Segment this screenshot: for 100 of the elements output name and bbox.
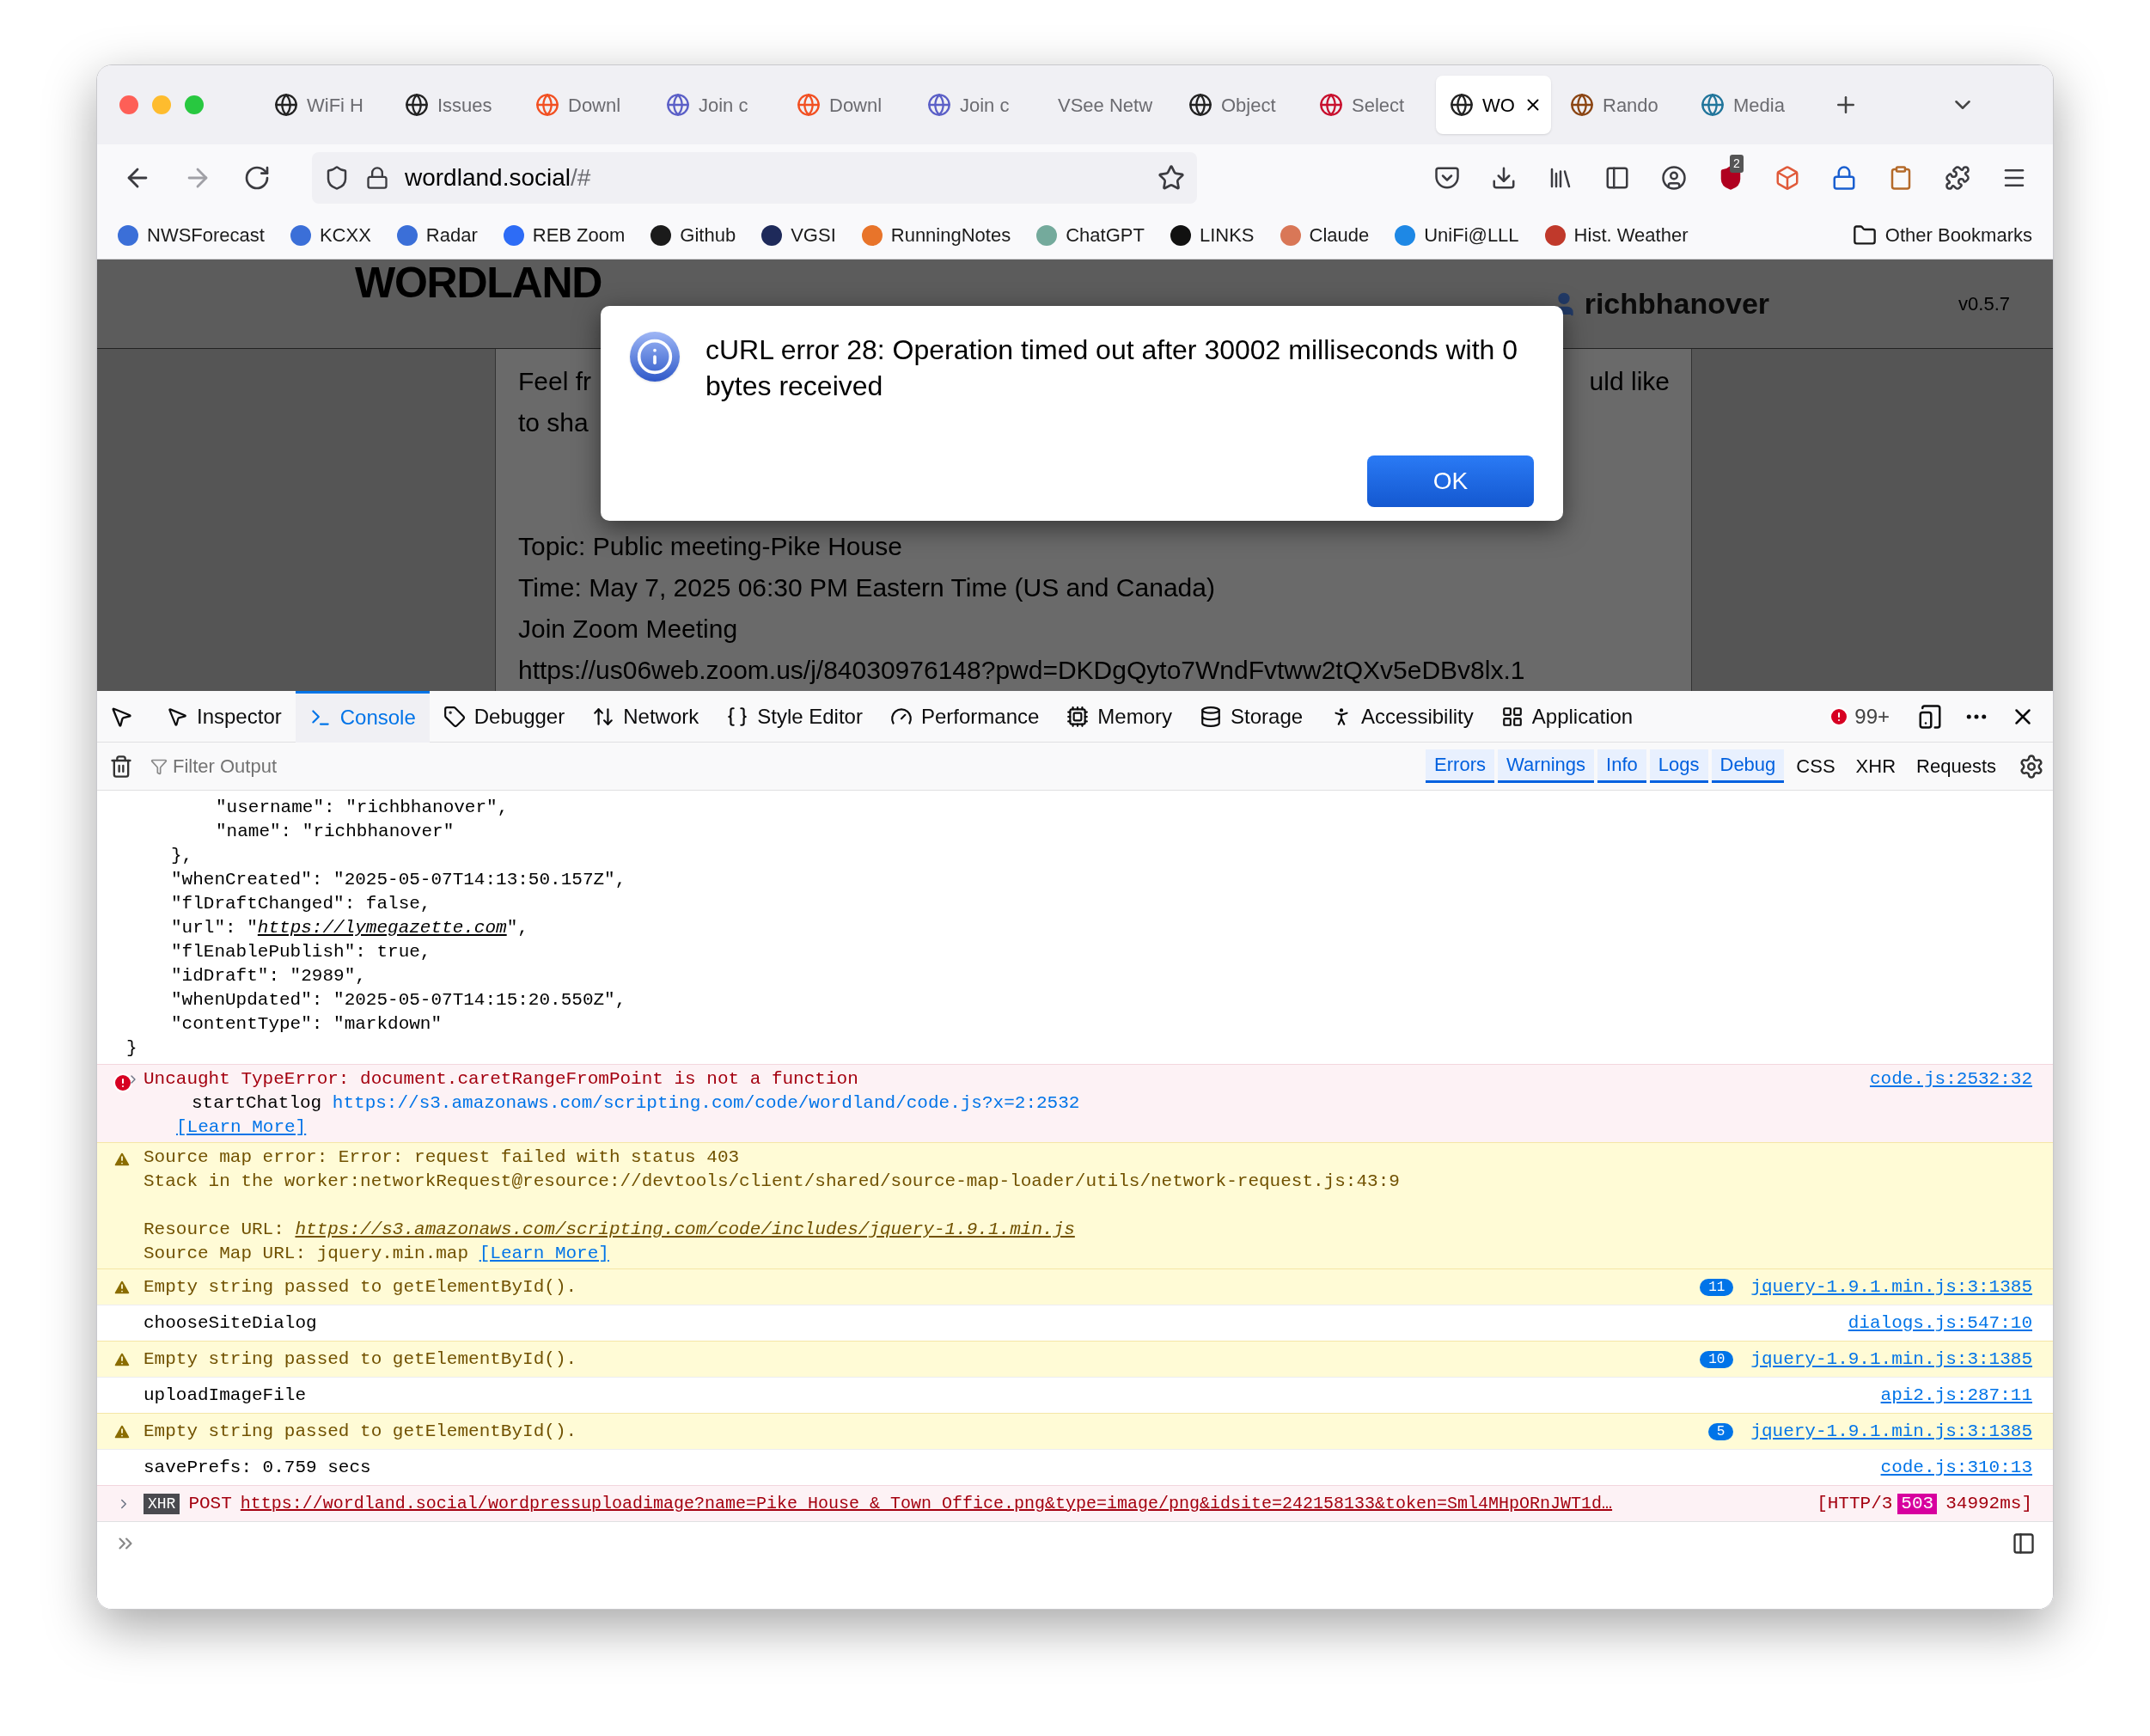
bookmark-item[interactable]: LINKS xyxy=(1170,221,1255,249)
browser-tab[interactable]: WO xyxy=(1436,76,1551,134)
source-link[interactable]: dialogs.js:547:10 xyxy=(1848,1309,2032,1337)
browser-tab[interactable]: Select xyxy=(1305,76,1431,134)
browser-tab[interactable]: Media xyxy=(1687,76,1812,134)
ok-button[interactable]: OK xyxy=(1367,455,1534,507)
json-line: }, xyxy=(170,845,194,867)
sidebar-icon[interactable] xyxy=(1604,165,1630,191)
resource-label: Resource URL: xyxy=(144,1219,285,1239)
bookmark-item[interactable]: Claude xyxy=(1280,221,1370,249)
close-window-button[interactable] xyxy=(119,95,138,114)
json-line: "username": "richbhanover", xyxy=(215,797,510,819)
devtools-tab[interactable]: Style Editor xyxy=(712,690,876,743)
body-text: to sha xyxy=(518,407,589,438)
warning-message: Empty string passed to getElementById(). xyxy=(144,1275,577,1299)
devtools-tab[interactable]: Debugger xyxy=(429,690,579,743)
address-bar[interactable]: wordland.social/# xyxy=(312,152,1197,204)
source-link[interactable]: api2.js:287:11 xyxy=(1880,1381,2032,1409)
stack-link[interactable]: https://s3.amazonaws.com/scripting.com/code/wordland/code.js?x=2:2532 xyxy=(332,1093,1080,1113)
filter-toggle[interactable]: Logs xyxy=(1649,749,1708,783)
tag-icon xyxy=(443,705,466,728)
devtools-tab[interactable]: Storage xyxy=(1186,690,1317,743)
filter-toggle[interactable]: XHR xyxy=(1845,750,1907,782)
http-method: POST xyxy=(188,1492,232,1515)
learn-more-link[interactable]: [Learn More] xyxy=(479,1244,609,1263)
filter-field[interactable]: Filter Output xyxy=(173,752,516,780)
reload-icon[interactable] xyxy=(243,164,271,192)
json-line: "flEnablePublish": true, xyxy=(170,941,432,963)
status-prefix: [HTTP/3 xyxy=(1817,1492,1893,1515)
filter-toggle[interactable]: CSS xyxy=(1786,750,1846,782)
bookmark-item[interactable]: NWSForecast xyxy=(118,221,265,249)
source-link[interactable]: jquery-1.9.1.min.js:3:1385 xyxy=(1750,1417,2032,1446)
json-line: "whenCreated": "2025-05-07T14:13:50.157Z", xyxy=(170,869,627,891)
json-line: "name": "richbhanover" xyxy=(215,821,455,843)
bookmark-item[interactable]: VGSI xyxy=(761,221,836,249)
devtools-tab[interactable]: Application xyxy=(1487,690,1647,743)
filter-toggle[interactable]: Errors xyxy=(1426,749,1494,783)
json-line: "flDraftChanged": false, xyxy=(170,893,432,915)
browser-tab[interactable]: WiFi H xyxy=(260,76,386,134)
body-text: uld like xyxy=(1589,366,1670,397)
browser-tab[interactable]: Downl xyxy=(783,76,908,134)
pocket-icon[interactable] xyxy=(1434,165,1460,191)
filter-toggle[interactable]: Info xyxy=(1597,749,1646,783)
browser-tab[interactable]: Issues xyxy=(391,76,516,134)
bookmark-item[interactable]: KCXX xyxy=(290,221,371,249)
bookmark-item[interactable]: RunningNotes xyxy=(861,221,1011,249)
editor-toggle-icon[interactable] xyxy=(2012,1531,2036,1556)
download-icon[interactable] xyxy=(1491,165,1517,191)
storage-icon xyxy=(1200,705,1222,728)
trash-icon[interactable] xyxy=(109,754,133,779)
bookmark-item[interactable]: REB Zoom xyxy=(503,221,626,249)
bookmark-item[interactable]: Github xyxy=(650,221,736,249)
browser-tab[interactable]: Object xyxy=(1175,76,1300,134)
filter-toggle[interactable]: Requests xyxy=(1906,750,2006,782)
responsive-icon[interactable] xyxy=(1917,703,1943,730)
stack-trace: Stack in the worker:networkRequest@resource://devtools/client/shared/source-map-loader/utils/network-request.js:43:9 xyxy=(144,1171,1401,1193)
warning-icon xyxy=(113,1150,131,1169)
devtools-tab[interactable]: Network xyxy=(578,690,713,743)
browser-tab[interactable]: VSee Netw xyxy=(1044,76,1170,134)
bookmark-item[interactable]: Radar xyxy=(396,221,478,249)
browser-tab[interactable]: Rando xyxy=(1556,76,1682,134)
devtools-tab[interactable]: Memory xyxy=(1053,690,1186,743)
browser-tab[interactable]: Downl xyxy=(522,76,647,134)
extension-badge: 2 xyxy=(1730,155,1744,173)
resource-link[interactable]: https://s3.amazonaws.com/scripting.com/code/includes/jquery-1.9.1.min.js xyxy=(295,1219,1075,1239)
error-message: Uncaught TypeError: document.caretRangeFromPoint is not a function xyxy=(144,1068,858,1091)
other-bookmarks[interactable]: Other Bookmarks xyxy=(1852,221,2032,249)
bookmark-item[interactable]: UniFi@LLL xyxy=(1395,221,1519,249)
bookmark-star-icon[interactable] xyxy=(1157,164,1185,192)
bookmark-item[interactable]: ChatGPT xyxy=(1036,221,1145,249)
source-link[interactable]: jquery-1.9.1.min.js:3:1385 xyxy=(1750,1345,2032,1373)
filter-toggle[interactable]: Debug xyxy=(1711,749,1785,783)
extension-icon[interactable] xyxy=(1831,165,1857,191)
site-icon xyxy=(535,93,559,117)
site-icon xyxy=(927,93,951,117)
json-line: "url": "https://lymegazette.com", xyxy=(170,917,529,939)
filter-icon xyxy=(150,757,168,775)
source-link[interactable]: code.js:310:13 xyxy=(1880,1453,2032,1482)
url-link[interactable]: https://lymegazette.com xyxy=(257,918,507,938)
devtools-tab[interactable]: Performance xyxy=(876,690,1054,743)
extension-icon[interactable] xyxy=(1774,165,1800,191)
braces-icon xyxy=(726,705,749,728)
source-link[interactable]: jquery-1.9.1.min.js:3:1385 xyxy=(1750,1273,2032,1301)
browser-tab[interactable]: Join c xyxy=(652,76,778,134)
browser-tab[interactable]: Join c xyxy=(913,76,1039,134)
source-link[interactable]: code.js:2532:32 xyxy=(1869,1066,2032,1093)
devtools-tab[interactable]: Inspector xyxy=(152,690,296,743)
site-icon xyxy=(1188,93,1212,117)
request-url[interactable]: https://wordland.social/wordpressuploadimage?name=Pike House & Town Office.png&type=image/png&idsite=242158133&token=Sml4MHpORnJWT1d… xyxy=(240,1490,1613,1517)
bookmark-item[interactable]: Hist. Weather xyxy=(1544,221,1689,249)
account-icon[interactable] xyxy=(1661,165,1687,191)
extensions-icon[interactable] xyxy=(1945,165,1970,191)
error-count[interactable]: 99+ xyxy=(1829,700,1890,732)
settings-icon[interactable] xyxy=(2019,753,2044,779)
learn-more-link[interactable]: [Learn More] xyxy=(176,1117,307,1137)
lock-icon[interactable] xyxy=(365,166,389,190)
info-icon xyxy=(630,332,680,382)
devtools-tab[interactable]: Console xyxy=(295,690,430,743)
filter-toggle[interactable]: Warnings xyxy=(1497,749,1595,783)
devtools-tab[interactable]: Accessibility xyxy=(1316,690,1487,743)
